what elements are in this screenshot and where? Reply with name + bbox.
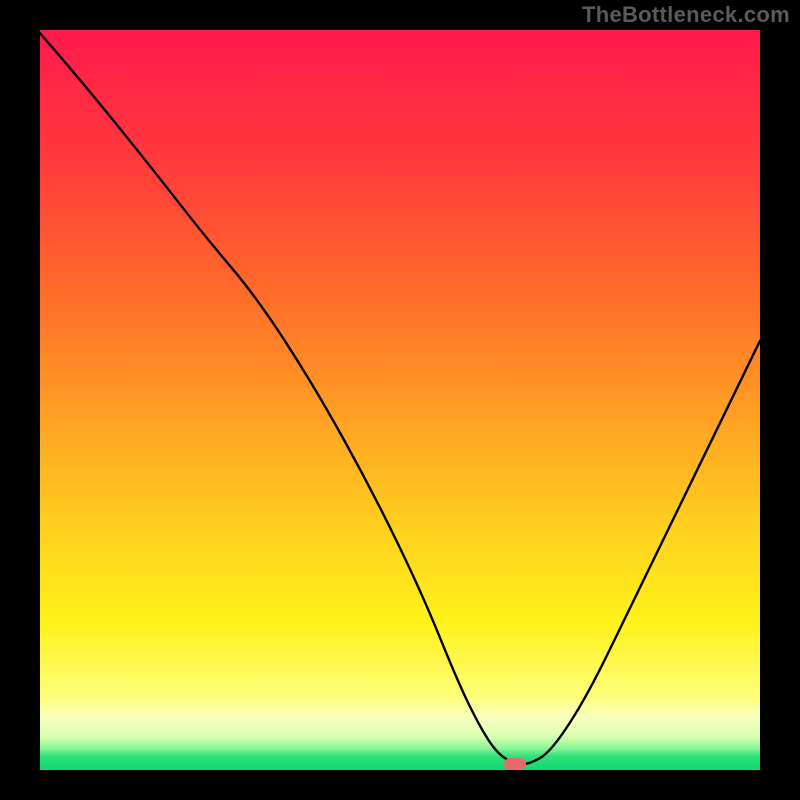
plot-area: [40, 30, 760, 770]
optimal-point-marker: [504, 758, 526, 770]
bottleneck-curve-line: [40, 30, 760, 764]
watermark-text: TheBottleneck.com: [582, 2, 790, 28]
curve-svg: [40, 30, 760, 770]
chart-frame: TheBottleneck.com: [0, 0, 800, 800]
